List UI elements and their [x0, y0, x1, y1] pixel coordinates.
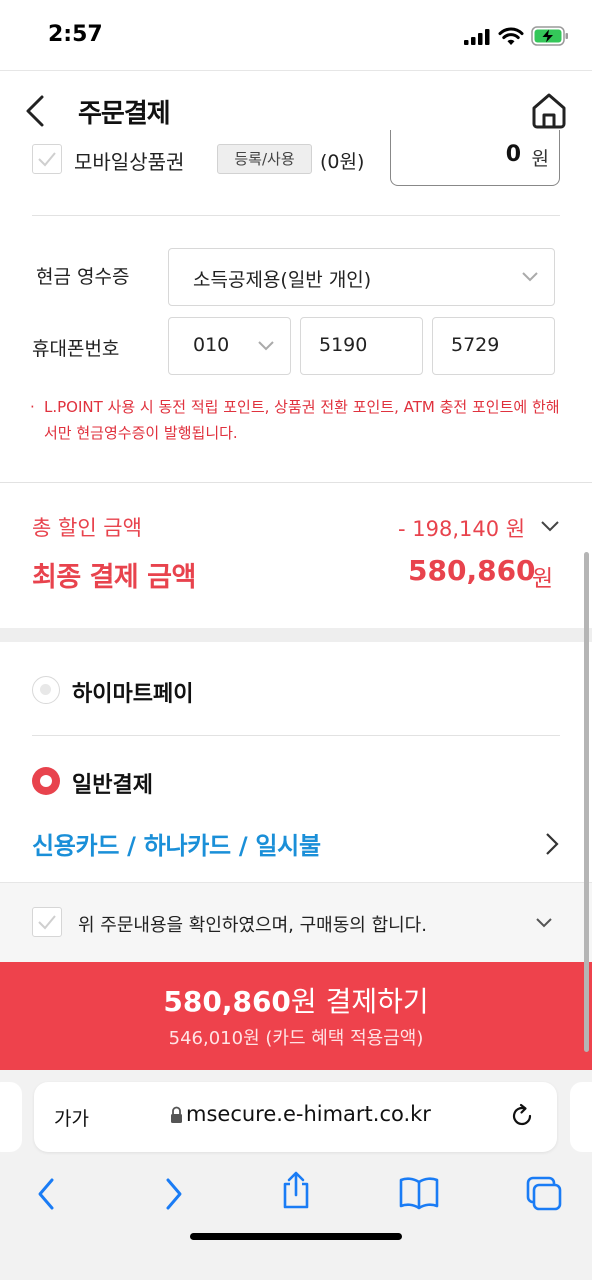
chevron-right-icon[interactable] — [545, 832, 559, 856]
reload-icon[interactable] — [508, 1102, 536, 1130]
voucher-label: 모바일상품권 — [74, 150, 185, 174]
total-discount-label: 총 할인 금액 — [32, 516, 142, 540]
divider — [32, 215, 560, 216]
voucher-amount-input[interactable]: 0 원 — [390, 130, 560, 186]
voucher-count: (0원) — [320, 151, 365, 173]
reader-settings-button[interactable]: 가가 — [54, 1104, 89, 1131]
final-amount-unit: 원 — [532, 566, 554, 592]
phone-prefix-select[interactable]: 010 — [168, 317, 291, 375]
receipt-notice: · L.POINT 사용 시 동전 적립 포인트, 상품권 전환 포인트, AT… — [30, 394, 560, 446]
address-bar[interactable]: 가가 msecure.e-himart.co.kr — [34, 1082, 557, 1152]
voucher-amount-value: 0 — [505, 142, 521, 167]
status-bar: 2:57 — [0, 0, 592, 70]
chevron-down-icon — [522, 272, 538, 282]
battery-charging-icon — [531, 26, 568, 46]
check-icon — [38, 915, 56, 930]
himart-pay-radio[interactable] — [32, 676, 60, 704]
phone-middle-input[interactable]: 5190 — [300, 317, 423, 375]
back-icon[interactable] — [18, 91, 52, 131]
status-time: 2:57 — [48, 22, 103, 47]
receipt-type-select[interactable]: 소득공제용(일반 개인) — [168, 248, 555, 306]
total-discount-value: - 198,140 원 — [398, 517, 526, 541]
tabs-icon[interactable] — [524, 1176, 564, 1212]
scrollbar[interactable] — [584, 552, 589, 1052]
divider — [32, 735, 560, 736]
voucher-register-button[interactable]: 등록/사용 — [217, 144, 312, 174]
home-indicator — [190, 1233, 402, 1240]
pay-button-main: 580,860원 결제하기 — [0, 980, 592, 1020]
lock-icon — [171, 1106, 182, 1123]
browser-back-icon[interactable] — [34, 1176, 58, 1212]
voucher-amount-unit: 원 — [531, 148, 549, 170]
receipt-notice-text: L.POINT 사용 시 동전 적립 포인트, 상품권 전환 포인트, ATM … — [44, 398, 560, 442]
share-icon[interactable] — [280, 1170, 312, 1210]
pay-button[interactable]: 580,860원 결제하기 546,010원 (카드 혜택 적용금액) — [0, 962, 592, 1070]
chevron-down-icon[interactable] — [535, 917, 553, 929]
url-text: msecure.e-himart.co.kr — [186, 1102, 431, 1126]
check-icon — [38, 152, 56, 167]
agreement-checkbox[interactable] — [32, 907, 62, 937]
phone-last-value: 5729 — [451, 334, 500, 356]
pay-amount: 580,860 — [163, 985, 291, 1018]
bookmarks-icon[interactable] — [398, 1176, 440, 1210]
chevron-down-icon — [258, 341, 274, 351]
browser-forward-icon[interactable] — [162, 1176, 186, 1212]
general-payment-radio[interactable] — [32, 767, 60, 795]
phone-middle-value: 5190 — [319, 334, 368, 356]
next-tab-peek[interactable] — [570, 1082, 592, 1152]
purchase-agreement-row: 위 주문내용을 확인하였으며, 구매동의 합니다. — [0, 882, 592, 962]
receipt-type-value: 소득공제용(일반 개인) — [193, 269, 372, 291]
wifi-icon — [498, 27, 524, 45]
agreement-text: 위 주문내용을 확인하였으며, 구매동의 합니다. — [78, 915, 427, 936]
signal-icon — [464, 29, 490, 45]
card-selection-link[interactable]: 신용카드 / 하나카드 / 일시불 — [32, 826, 321, 861]
home-icon[interactable] — [528, 89, 570, 131]
phone-prefix-value: 010 — [193, 334, 230, 356]
himart-pay-label[interactable]: 하이마트페이 — [72, 676, 193, 708]
phone-label: 휴대폰번호 — [32, 338, 120, 360]
section-separator — [0, 628, 592, 642]
pay-button-sub: 546,010원 (카드 혜택 적용금액) — [168, 1028, 424, 1049]
phone-last-input[interactable]: 5729 — [432, 317, 555, 375]
previous-tab-peek[interactable] — [0, 1082, 22, 1152]
chevron-down-icon[interactable] — [540, 520, 560, 532]
final-amount-label: 최종 결제 금액 — [32, 562, 196, 593]
divider — [0, 482, 592, 483]
final-amount-value: 580,860 — [408, 554, 536, 587]
general-payment-label[interactable]: 일반결제 — [72, 767, 153, 799]
voucher-checkbox[interactable] — [32, 144, 62, 174]
pay-label: 원 결제하기 — [290, 985, 429, 1018]
cash-receipt-label: 현금 영수증 — [36, 266, 130, 288]
browser-chrome: 가가 msecure.e-himart.co.kr — [0, 1070, 592, 1280]
page-title: 주문결제 — [78, 99, 171, 129]
